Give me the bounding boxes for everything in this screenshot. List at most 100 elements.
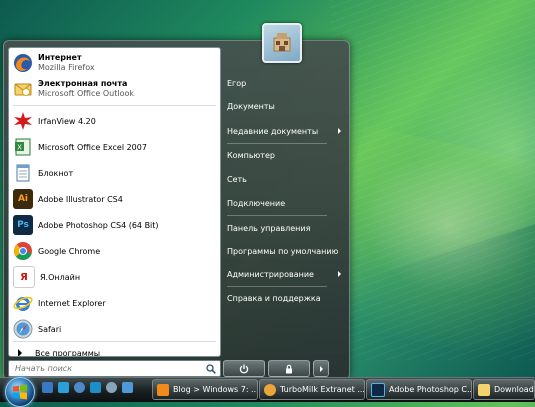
- all-programs-label: Все программы: [35, 348, 101, 357]
- program-label: Adobe Illustrator CS4: [38, 194, 123, 204]
- lock-icon: [286, 364, 292, 373]
- user-avatar-icon: [273, 33, 291, 52]
- illustrator-icon: Ai: [13, 189, 33, 209]
- divider: [13, 105, 216, 106]
- search-icon[interactable]: [204, 362, 218, 376]
- program-label: Блокнот: [38, 168, 74, 178]
- right-item-label: Недавние документы: [227, 126, 319, 136]
- divider: [227, 143, 327, 144]
- program-item[interactable]: Ai Adobe Illustrator CS4: [9, 188, 220, 210]
- right-item-label: Панель управления: [227, 223, 311, 233]
- safari-quick-launch-icon[interactable]: [106, 382, 117, 393]
- right-item-label: Документы: [227, 101, 275, 111]
- divider: [227, 286, 327, 287]
- program-label: Я.Онлайн: [40, 272, 81, 282]
- irfanview-icon: [13, 111, 33, 131]
- program-label: Internet Explorer: [38, 298, 106, 308]
- program-item[interactable]: Google Chrome: [9, 240, 220, 262]
- program-label: Microsoft Office Excel 2007: [38, 142, 147, 152]
- program-item[interactable]: X Microsoft Office Excel 2007: [9, 136, 220, 158]
- ie-icon: [13, 293, 33, 313]
- excel-icon: X: [13, 137, 33, 157]
- program-item[interactable]: Ps Adobe Photoshop CS4 (64 Bit): [9, 214, 220, 236]
- connect-to-link[interactable]: Подключение: [225, 196, 345, 210]
- program-item[interactable]: Блокнот: [9, 162, 220, 184]
- firefox-icon: [157, 383, 169, 396]
- right-item-label: Справка и поддержка: [227, 293, 321, 303]
- all-programs-button[interactable]: Все программы: [9, 345, 220, 357]
- show-desktop-icon[interactable]: [42, 382, 53, 393]
- quick-launch-icon[interactable]: [122, 382, 133, 393]
- programs-pane: Интернет Mozilla Firefox Электронная почт…: [8, 47, 221, 357]
- pinned-title: Электронная почта: [38, 79, 128, 88]
- pinned-subtitle: Microsoft Office Outlook: [38, 89, 134, 98]
- outlook-icon: [13, 79, 33, 99]
- turbomilk-icon: [264, 383, 276, 396]
- switch-windows-icon[interactable]: [58, 382, 69, 393]
- taskbar-button-label: Adobe Photoshop C...: [389, 385, 472, 394]
- chevron-right-icon: [319, 365, 323, 372]
- shutdown-options-button[interactable]: [313, 360, 329, 377]
- svg-text:X: X: [17, 144, 22, 152]
- ie-quick-launch-icon[interactable]: [74, 382, 85, 393]
- start-search-box[interactable]: [8, 360, 221, 377]
- computer-link[interactable]: Компьютер: [225, 148, 345, 162]
- right-item-label: Подключение: [227, 198, 286, 208]
- taskbar-button-label: Blog > Windows 7: ...: [173, 385, 258, 394]
- search-input[interactable]: [13, 363, 197, 374]
- program-label: Adobe Photoshop CS4 (64 Bit): [38, 220, 159, 230]
- documents-link[interactable]: Документы: [225, 99, 345, 113]
- right-item-label: Егор: [227, 78, 247, 88]
- photoshop-icon: [371, 382, 385, 397]
- right-item-label: Компьютер: [227, 150, 275, 160]
- user-picture[interactable]: [262, 23, 302, 63]
- power-buttons: [223, 360, 329, 377]
- submenu-arrow-icon: [338, 271, 341, 277]
- control-panel-link[interactable]: Панель управления: [225, 221, 345, 235]
- program-label: IrfanView 4.20: [38, 116, 96, 126]
- power-button[interactable]: [223, 360, 265, 377]
- default-programs-link[interactable]: Программы по умолчанию: [225, 244, 345, 258]
- right-item-label: Сеть: [227, 174, 247, 184]
- photoshop-icon: Ps: [13, 215, 33, 235]
- power-icon: [239, 364, 249, 374]
- windows-logo-icon: [13, 384, 27, 400]
- wallpaper-lines: [330, 0, 535, 360]
- pinned-item-email[interactable]: Электронная почта Microsoft Office Outloo…: [9, 77, 220, 101]
- start-button[interactable]: [5, 377, 35, 407]
- taskbar-button-label: TurboMilk Extranet ...: [280, 385, 365, 394]
- taskbar-button[interactable]: Downloads: [473, 379, 535, 400]
- right-item-label: Программы по умолчанию: [227, 246, 339, 256]
- pinned-subtitle: Mozilla Firefox: [38, 63, 95, 72]
- program-item[interactable]: IrfanView 4.20: [9, 110, 220, 132]
- help-and-support-link[interactable]: Справка и поддержка: [225, 291, 345, 305]
- submenu-arrow-icon: [338, 128, 341, 134]
- user-folder-link[interactable]: Егор: [225, 76, 345, 90]
- chrome-icon: [13, 241, 33, 261]
- divider: [13, 341, 216, 342]
- pinned-item-internet[interactable]: Интернет Mozilla Firefox: [9, 51, 220, 75]
- taskbar-button[interactable]: Adobe Photoshop C...: [366, 379, 472, 400]
- notepad-icon: [13, 163, 33, 183]
- expand-arrow-icon: [18, 349, 22, 356]
- network-link[interactable]: Сеть: [225, 172, 345, 186]
- administrative-tools-link[interactable]: Администрирование: [225, 267, 345, 281]
- program-item[interactable]: Safari: [9, 318, 220, 340]
- taskbar-button[interactable]: TurboMilk Extranet ...: [259, 379, 365, 400]
- taskbar-button-label: Downloads: [494, 385, 535, 394]
- yandex-online-icon: Я: [13, 266, 35, 288]
- firefox-icon: [13, 53, 33, 73]
- right-item-label: Администрирование: [227, 269, 314, 279]
- skype-quick-launch-icon[interactable]: [90, 382, 101, 393]
- taskbar-button[interactable]: Blog > Windows 7: ...: [152, 379, 258, 400]
- start-menu: Интернет Mozilla Firefox Электронная почт…: [3, 40, 350, 380]
- safari-icon: [13, 319, 33, 339]
- recent-documents-link[interactable]: Недавние документы: [225, 124, 345, 138]
- pinned-title: Интернет: [38, 53, 82, 62]
- program-item[interactable]: Internet Explorer: [9, 292, 220, 314]
- folder-icon: [478, 383, 490, 396]
- lock-button[interactable]: [268, 360, 310, 377]
- divider: [227, 215, 327, 216]
- program-item[interactable]: Я Я.Онлайн: [9, 266, 220, 288]
- program-label: Safari: [38, 324, 62, 334]
